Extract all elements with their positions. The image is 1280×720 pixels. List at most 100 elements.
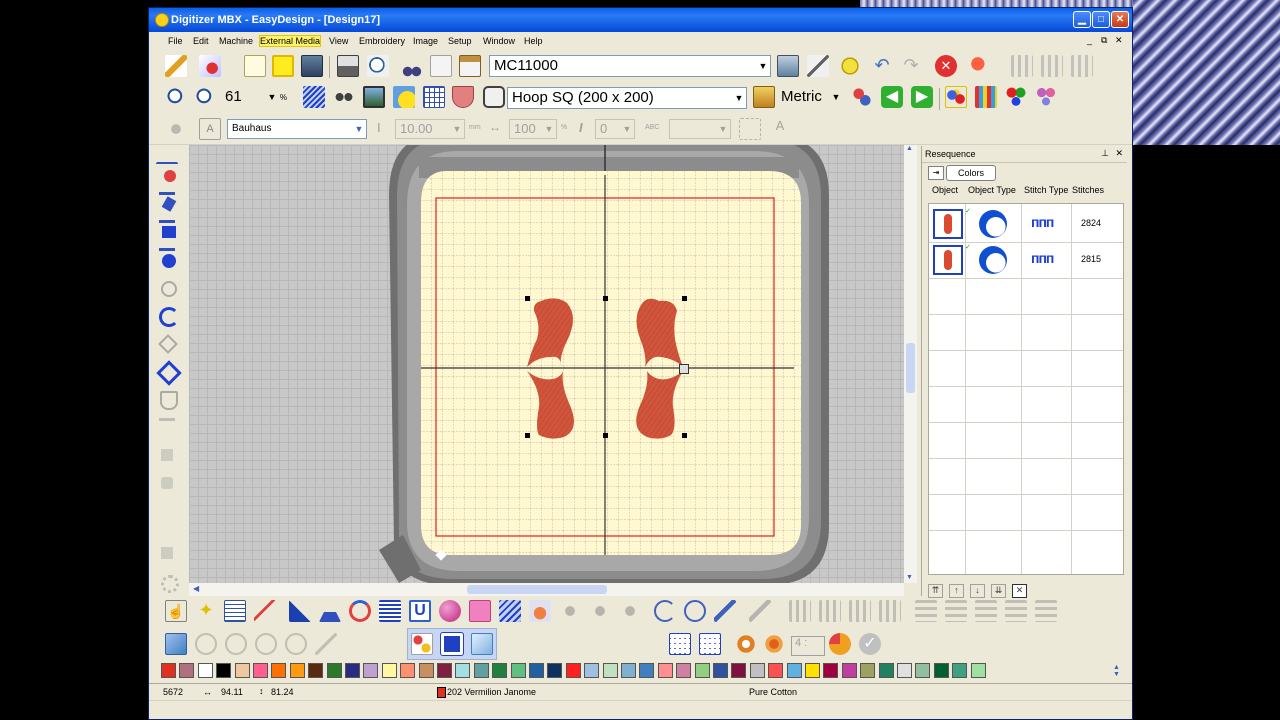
import-icon[interactable] <box>165 633 187 655</box>
stitch-view-icon[interactable] <box>303 86 325 108</box>
vertical-scrollbar[interactable]: ▲ ▼ <box>904 145 917 583</box>
color-swatch[interactable] <box>823 663 839 678</box>
background-image-icon[interactable] <box>363 86 385 108</box>
vertical-scroll-thumb[interactable] <box>906 343 915 393</box>
arc-tool-icon[interactable] <box>156 304 179 327</box>
font-select[interactable]: Bauhaus ▼ <box>227 119 367 139</box>
selection-handle[interactable] <box>525 433 530 438</box>
lines-fill-icon[interactable] <box>379 600 401 622</box>
motif-fill-icon[interactable] <box>156 444 178 466</box>
color-swatch[interactable] <box>933 663 949 678</box>
menu-edit[interactable]: Edit <box>193 36 209 46</box>
pen-tool-icon[interactable] <box>156 276 178 298</box>
next-icon[interactable]: ▶ <box>911 86 933 108</box>
scroll-left-icon[interactable]: ◀ <box>193 584 199 593</box>
pattern-fill-icon[interactable] <box>529 600 551 622</box>
align-left-icon[interactable] <box>1011 55 1033 77</box>
mdi-minimize-icon[interactable]: _ <box>1087 35 1092 45</box>
selection-handle[interactable] <box>525 296 530 301</box>
pie-icon[interactable] <box>829 633 851 655</box>
hand-icon[interactable]: ☝ <box>165 600 187 622</box>
align-v-icon[interactable] <box>945 600 967 622</box>
color-swatch[interactable] <box>547 663 563 678</box>
units-select[interactable]: Metric ▼ <box>777 87 843 109</box>
fill-rect-icon[interactable] <box>156 218 178 240</box>
colors-button[interactable]: Colors <box>946 165 996 181</box>
cut-icon[interactable] <box>401 55 423 77</box>
thread-view-icon[interactable] <box>440 632 464 656</box>
open-icon[interactable] <box>272 55 294 77</box>
cross-hatch-icon[interactable] <box>699 633 721 655</box>
pin-icon[interactable]: ⊥ <box>1101 148 1109 159</box>
design-view-icon[interactable] <box>411 633 433 655</box>
shield-icon[interactable] <box>452 86 474 108</box>
resequence-list[interactable]: ✓ ᴨᴨᴨ 2824 ✓ ᴨᴨᴨ 2815 <box>928 203 1124 575</box>
space-icon[interactable] <box>1005 600 1027 622</box>
reshape-icon[interactable] <box>254 600 276 622</box>
horizontal-scroll-thumb[interactable] <box>467 585 607 594</box>
selection-handle[interactable] <box>682 296 687 301</box>
align-top-icon[interactable] <box>789 600 811 622</box>
color-swatch[interactable] <box>731 663 747 678</box>
color-swatch[interactable] <box>952 663 968 678</box>
preview-icon[interactable] <box>367 55 389 77</box>
save-icon[interactable] <box>301 55 323 77</box>
center-icon[interactable] <box>975 600 997 622</box>
rotate-handle[interactable] <box>679 364 689 374</box>
print-icon[interactable] <box>337 55 359 77</box>
motif-icon[interactable] <box>156 416 178 438</box>
menu-setup[interactable]: Setup <box>448 36 472 46</box>
gear-icon[interactable] <box>156 570 179 593</box>
menu-embroidery[interactable]: Embroidery <box>359 36 405 46</box>
star-icon[interactable]: ✦ <box>195 600 217 622</box>
color-balls-icon[interactable] <box>945 86 967 108</box>
gear-flower-icon[interactable] <box>763 633 785 655</box>
distribute-icon[interactable] <box>879 600 901 622</box>
italic-icon[interactable]: I <box>579 120 583 135</box>
color-swatch[interactable] <box>915 663 931 678</box>
new-icon[interactable] <box>244 55 266 77</box>
color-swatch[interactable] <box>860 663 876 678</box>
align-right-icon[interactable] <box>1071 55 1093 77</box>
palette-scroll-icon[interactable]: ▲ ▼ <box>1113 664 1120 678</box>
color-swatch[interactable] <box>713 663 728 678</box>
color-swatch[interactable] <box>584 663 600 678</box>
menu-view[interactable]: View <box>329 36 348 46</box>
menu-image[interactable]: Image <box>413 36 438 46</box>
spacing-input[interactable]: ▼ <box>669 119 731 139</box>
shield-tool-icon[interactable] <box>156 388 178 410</box>
horizontal-scrollbar[interactable]: ◀ <box>189 583 904 596</box>
color-swatch[interactable] <box>400 663 416 678</box>
flower-icon[interactable] <box>735 633 757 655</box>
thread-chart-icon[interactable] <box>1035 86 1057 108</box>
menu-file[interactable]: File <box>168 36 183 46</box>
selection-handle[interactable] <box>603 296 608 301</box>
lock-icon[interactable] <box>285 633 307 655</box>
scroll-up-icon[interactable]: ▲ <box>906 145 913 152</box>
panel-close-icon[interactable]: ✕ <box>1115 148 1123 159</box>
color-swatch[interactable] <box>878 663 894 678</box>
slant-input[interactable]: 0 ▼ <box>595 119 635 139</box>
satin-line-icon[interactable] <box>156 190 178 212</box>
color-swatch[interactable] <box>363 663 379 678</box>
send-to-machine-icon[interactable] <box>777 55 799 77</box>
color-swatch[interactable] <box>841 663 857 678</box>
color-view-icon[interactable] <box>393 86 415 108</box>
width-input[interactable]: 100 ▼ <box>509 119 557 139</box>
running-stitch-icon[interactable] <box>156 162 178 184</box>
circle-icon[interactable] <box>684 600 706 622</box>
color-swatch[interactable] <box>970 663 986 678</box>
properties-icon[interactable] <box>224 600 246 622</box>
combine-icon[interactable] <box>255 633 277 655</box>
zoom-select[interactable]: 61 ▼ % <box>221 87 287 109</box>
color-swatch[interactable] <box>326 663 342 678</box>
pencil-icon[interactable] <box>165 55 187 77</box>
chevron-down-icon[interactable]: ▼ <box>756 56 770 76</box>
color-swatch[interactable] <box>179 663 195 678</box>
check-circle-icon[interactable]: ✓ <box>859 633 881 655</box>
color-swatch[interactable] <box>473 663 489 678</box>
color-swatch[interactable] <box>805 663 820 678</box>
maximize-button[interactable]: □ <box>1092 11 1110 28</box>
repeat-count-input[interactable]: 4 : <box>791 636 825 656</box>
list-item[interactable]: ✓ ᴨᴨᴨ 2824 <box>929 206 1123 243</box>
